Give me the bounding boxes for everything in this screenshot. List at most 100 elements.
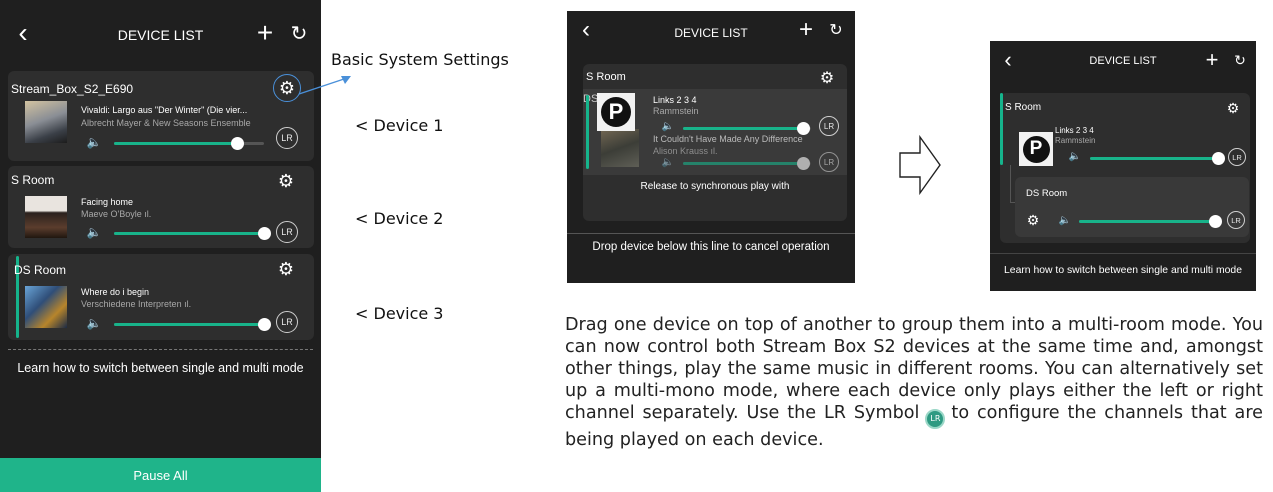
plus-icon[interactable]: + [795,16,817,43]
description-paragraph: Drag one device on top of another to gro… [565,314,1263,492]
sub-device-name: DS Room [1026,188,1068,199]
device-card-2[interactable]: S Room ⚙ Facing home Maeve O'Boyle ıl. 🔈… [8,166,314,248]
speaker-icon: 🔈 [86,225,102,239]
track-title: Vivaldi: Largo aus "Der Winter" (Die vie… [81,105,248,115]
album-art [25,196,67,238]
track-title: Links 2 3 4 [653,95,697,105]
refresh-icon[interactable]: ↻ [827,21,845,39]
volume-slider-fill [683,127,804,130]
volume-slider[interactable] [114,137,264,150]
lr-icon[interactable]: LR [819,116,839,136]
lr-icon[interactable]: LR [276,221,298,243]
track-title: Facing home [81,197,134,207]
speaker-icon: 🔈 [661,120,675,132]
album-art [25,101,67,143]
volume-slider-knob[interactable] [1211,152,1225,165]
band-logo-icon: P [1022,135,1050,163]
speaker-icon: 🔈 [661,156,675,168]
device-name: Stream_Box_S2_E690 [11,82,134,96]
pause-all-button[interactable]: Pause All [0,458,321,492]
volume-slider-knob[interactable] [257,318,271,331]
learn-link[interactable]: Learn how to switch between single and m… [990,265,1256,276]
cancel-line [567,233,855,234]
lr-icon[interactable]: LR [1228,148,1246,166]
ghost-artist-name: Alison Krauss ıl. [653,146,718,156]
gear-icon[interactable]: ⚙ [1224,99,1242,117]
annotation-device-2: < Device 2 [355,209,444,228]
group-accent-bar [586,95,589,169]
volume-slider[interactable] [1079,215,1222,228]
volume-slider-knob[interactable] [230,137,244,150]
sub-device-card[interactable]: DS Room ⚙ 🔈 LR [1015,177,1249,237]
top-bar: ‹ DEVICE LIST + ↻ [990,41,1256,81]
drop-cancel-hint: Drop device below this line to cancel op… [592,241,830,253]
album-art: P [1019,132,1053,166]
lr-icon[interactable]: LR [276,311,298,333]
album-art: P [597,93,635,131]
track-title: Links 2 3 4 [1055,126,1094,135]
device-card-1[interactable]: Stream_Box_S2_E690 ⚙ Vivaldi: Largo aus … [8,71,314,161]
pause-all-label: Pause All [133,467,188,483]
device-name: S Room [1005,102,1042,113]
volume-slider-knob[interactable] [257,227,271,240]
volume-slider[interactable] [1090,152,1225,165]
artist-name: Rammstein [1055,136,1096,145]
volume-slider[interactable] [683,122,811,135]
volume-slider-fill [114,142,237,145]
track-title: Where do i begin [81,287,150,297]
artist-name: Rammstein [653,106,699,116]
back-icon[interactable]: ‹ [12,17,34,48]
artist-name: Verschiedene Interpreten ıl. [81,299,192,309]
plus-icon[interactable]: + [1202,47,1222,72]
plus-icon[interactable]: + [252,17,278,48]
artist-name: Maeve O'Boyle ıl. [81,209,152,219]
ghost-album-art [601,129,639,167]
volume-slider-knob[interactable] [796,157,810,170]
album-art [25,286,67,328]
device-name: DS Room [14,263,67,277]
lr-icon[interactable]: LR [276,127,298,149]
top-bar: ‹ DEVICE LIST + ↻ [0,0,321,66]
volume-slider-fill [683,162,804,165]
device-name: S Room [586,71,626,83]
device-card-3[interactable]: DS Room ⚙ Where do i begin Verschiedene … [8,254,314,340]
speaker-icon: 🔈 [1058,214,1072,226]
speaker-icon: 🔈 [86,316,102,330]
ghost-volume-slider[interactable] [683,157,811,170]
volume-slider[interactable] [114,318,271,331]
back-icon[interactable]: ‹ [577,16,595,43]
volume-slider-fill [114,232,264,235]
device-name: S Room [11,173,55,187]
volume-slider[interactable] [114,227,271,240]
lr-icon[interactable]: LR [819,152,839,172]
divider [990,253,1256,254]
annotation-settings: Basic System Settings [331,50,509,69]
volume-slider-knob[interactable] [796,122,810,135]
gear-icon[interactable]: ⚙ [274,169,298,193]
volume-slider-fill [114,323,264,326]
lr-icon[interactable]: LR [1227,211,1245,229]
release-hint: Release to synchronous play with [640,181,790,192]
band-logo-icon: P [601,97,631,127]
right-arrow-icon [899,134,941,196]
refresh-icon[interactable]: ↻ [1232,52,1248,68]
dragged-device[interactable]: DS Room P Links 2 3 4 Rammstein It Could… [583,89,847,175]
group-card[interactable]: S Room ⚙ P Links 2 3 4 Rammstein 🔈 LR DS… [1000,93,1250,243]
volume-slider-knob[interactable] [1208,215,1222,228]
back-icon[interactable]: ‹ [1000,47,1016,72]
refresh-icon[interactable]: ↻ [288,22,310,45]
annotation-device-3: < Device 3 [355,304,444,323]
callout-arrow [298,76,351,95]
device-list-screen-2: ‹ DEVICE LIST + ↻ S Room ⚙ DS Room P Lin… [567,11,855,283]
learn-link[interactable]: Learn how to switch between single and m… [0,361,321,375]
speaker-icon: 🔈 [86,135,102,149]
lr-symbol-icon: LR [925,409,946,429]
divider [8,349,313,350]
gear-icon[interactable]: ⚙ [817,68,837,88]
volume-slider-fill [1079,220,1215,223]
gear-icon[interactable]: ⚙ [274,257,298,281]
gear-icon[interactable]: ⚙ [1024,211,1042,229]
ghost-track-title: It Couldn't Have Made Any Difference [653,134,803,144]
annotation-device-1: < Device 1 [355,116,444,135]
device-list-screen-3: ‹ DEVICE LIST + ↻ S Room ⚙ P Links 2 3 4… [990,41,1256,291]
